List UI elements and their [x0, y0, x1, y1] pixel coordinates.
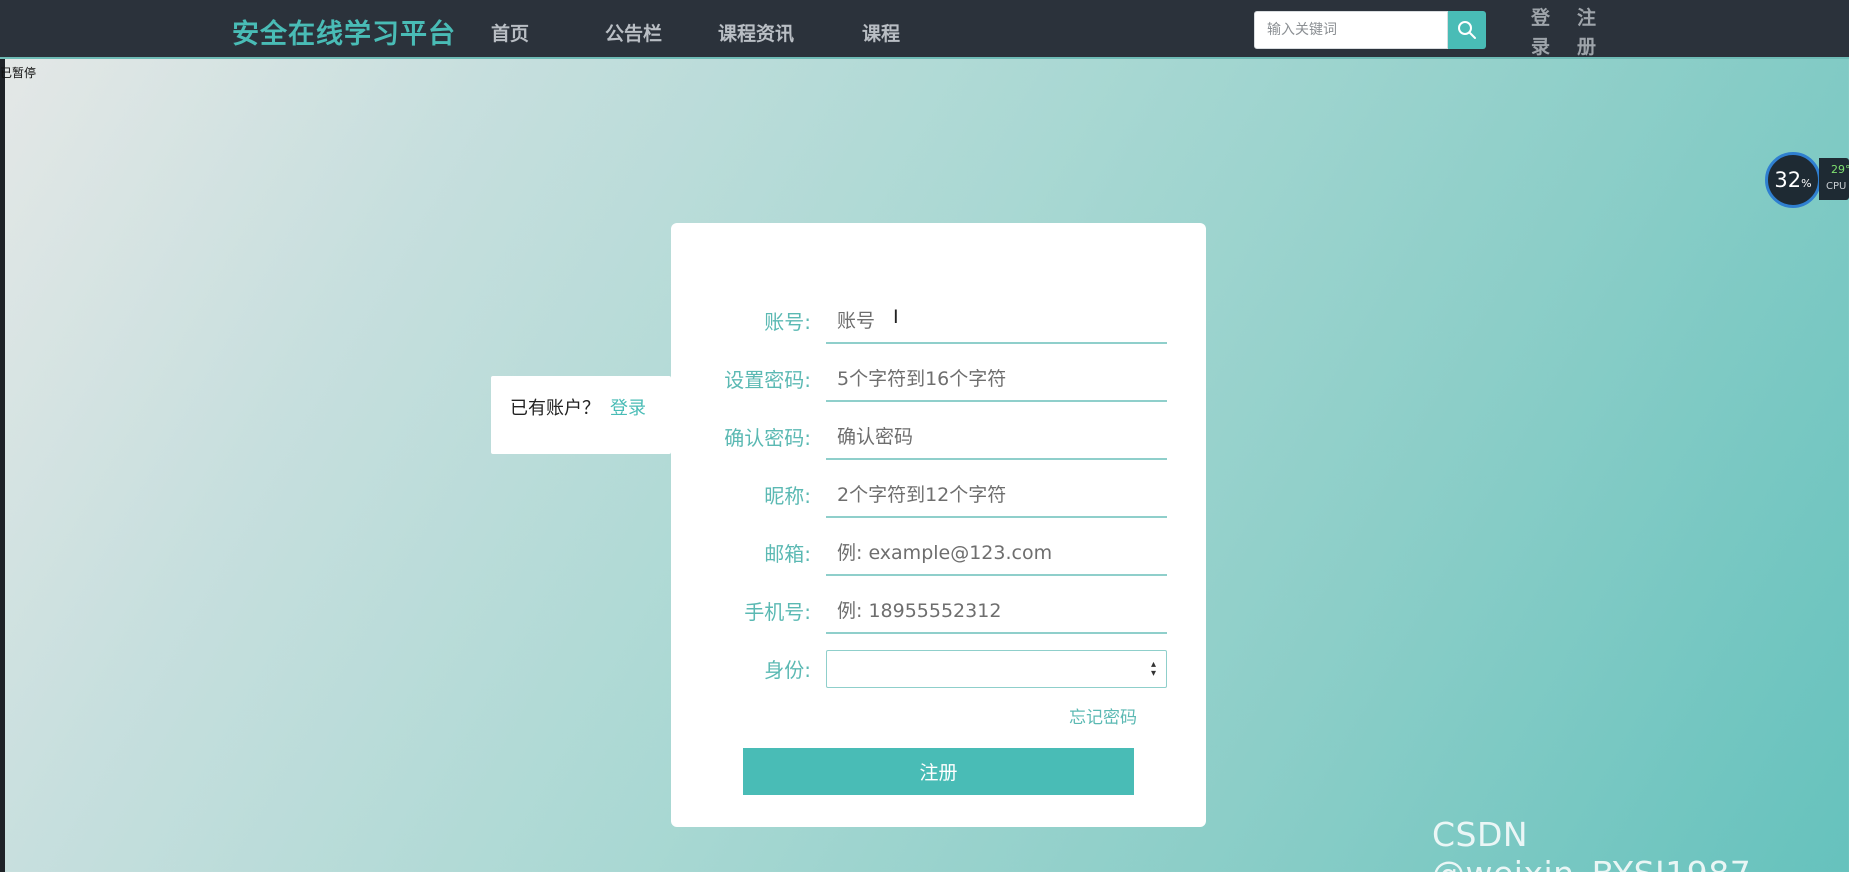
account-field[interactable] — [826, 300, 1167, 344]
search-icon — [1458, 21, 1476, 39]
account-label: 账号: — [764, 310, 811, 334]
switch-to-login-link[interactable]: 登录 — [610, 394, 646, 420]
email-label: 邮箱: — [764, 542, 811, 566]
forgot-password-link[interactable]: 忘记密码 — [1069, 703, 1137, 728]
password-field[interactable] — [826, 358, 1167, 402]
login-prompt-text: 已有账户？ — [510, 398, 600, 419]
cpu-percent-unit: % — [1801, 176, 1812, 190]
register-submit-button[interactable]: 注册 — [743, 748, 1134, 795]
cpu-usage-widget: 32% — [1765, 152, 1821, 208]
password-label: 设置密码: — [724, 368, 811, 392]
select-updown-icon: ▴ ▾ — [1150, 659, 1156, 679]
brand-title[interactable]: 安全在线学习平台 — [232, 12, 456, 51]
confirm-password-label: 确认密码: — [724, 426, 811, 450]
nav-bulletin[interactable]: 公告栏 — [605, 19, 662, 46]
nav-home[interactable]: 首页 — [491, 19, 529, 46]
email-field[interactable] — [826, 532, 1167, 576]
cpu-temperature: 29° — [1831, 163, 1849, 176]
text-cursor-icon: I — [893, 306, 899, 328]
nickname-label: 昵称: — [764, 484, 811, 508]
nav-course-news[interactable]: 课程资讯 — [718, 19, 794, 46]
identity-select[interactable]: ▴ ▾ — [826, 650, 1167, 688]
csdn-watermark: CSDN @weixin_BYSJ1987 — [1432, 815, 1751, 872]
top-navbar: 安全在线学习平台 首页 公告栏 课程资讯 课程 登录 注册 — [0, 0, 1849, 59]
search-input[interactable] — [1254, 11, 1448, 49]
nav-courses[interactable]: 课程 — [862, 19, 900, 46]
left-edge-strip — [0, 59, 5, 872]
cpu-percent: 32 — [1774, 168, 1802, 192]
search-button[interactable] — [1448, 11, 1486, 49]
phone-field[interactable] — [826, 590, 1167, 634]
nickname-field[interactable] — [826, 474, 1167, 518]
paused-label: 已暂停 — [0, 66, 37, 80]
login-link[interactable]: 登录 — [1531, 4, 1553, 62]
confirm-password-field[interactable] — [826, 416, 1167, 460]
register-link[interactable]: 注册 — [1577, 4, 1599, 62]
cpu-label: CPU — [1826, 181, 1847, 192]
phone-label: 手机号: — [744, 600, 811, 624]
identity-label: 身份: — [764, 658, 811, 682]
